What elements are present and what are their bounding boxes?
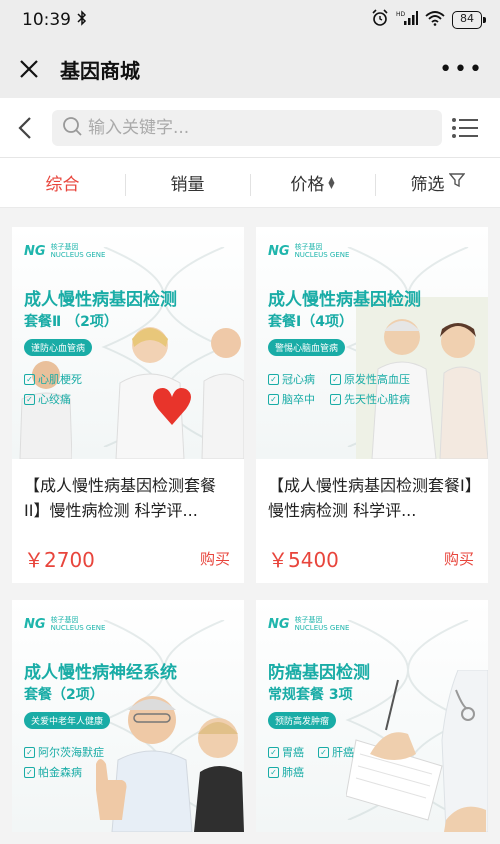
close-icon[interactable] xyxy=(16,56,42,82)
brand-logo: NG 核子基因 NUCLEUS GENE xyxy=(24,243,106,259)
buy-button[interactable]: 购买 xyxy=(444,548,474,569)
doctors-illustration xyxy=(115,327,244,459)
product-image: NG 核子基因 NUCLEUS GENE 成人慢性病基因检测 套餐Ⅱ （2项） 谨… xyxy=(12,227,244,459)
image-tag: 警惕心脑血管病 xyxy=(268,339,346,356)
check-item: ✓ 阿尔茨海默症 xyxy=(24,744,104,760)
check-item: ✓ 冠心病 xyxy=(268,371,315,387)
image-subtitle: 套餐（2项） xyxy=(24,687,104,703)
search-icon xyxy=(62,116,82,140)
brand-logo: NG 核子基因 NUCLEUS GENE xyxy=(24,616,106,632)
bluetooth-icon xyxy=(77,10,87,30)
tab-sales[interactable]: 销量 xyxy=(125,170,250,196)
brand-logo: NG 核子基因 NUCLEUS GENE xyxy=(268,243,350,259)
back-icon[interactable] xyxy=(14,113,36,143)
search-box[interactable] xyxy=(52,109,442,146)
check-item: ✓ 肺癌 xyxy=(268,764,304,780)
image-tag: 关爱中老年人健康 xyxy=(24,712,111,729)
image-title: 成人慢性病神经系统 xyxy=(24,663,177,683)
tab-comprehensive[interactable]: 综合 xyxy=(0,170,125,195)
product-image: NG 核子基因 NUCLEUS GENE 成人慢性病神经系统 套餐（2项） 关爱中… xyxy=(12,600,244,832)
product-price: ￥5400 xyxy=(268,547,339,572)
product-name[interactable]: 【成人慢性病基因检测套餐I】慢性病检测 科学评... xyxy=(256,459,488,533)
check-item: ✓ 胃癌 xyxy=(268,744,304,760)
check-item: ✓ 心肌梗死 xyxy=(24,371,82,387)
check-item: ✓ 帕金森病 xyxy=(24,764,82,780)
tab-label: 价格 xyxy=(290,175,325,195)
product-card[interactable]: NG 核子基因 NUCLEUS GENE 防癌基因检测 常规套餐 3项 预防高发肿… xyxy=(256,600,488,832)
tab-label: 筛选 xyxy=(410,175,445,195)
product-grid: NG 核子基因 NUCLEUS GENE 成人慢性病基因检测 套餐Ⅱ （2项） 谨… xyxy=(0,208,500,844)
check-item: ✓ 心绞痛 xyxy=(24,391,71,407)
elderly-couple-thumbs-up-illustration xyxy=(96,696,244,832)
tab-price[interactable]: 价格 ▲ ▼ xyxy=(250,170,375,196)
product-image: NG 核子基因 NUCLEUS GENE 成人慢性病基因检测 套餐Ⅰ（4项） 警惕… xyxy=(256,227,488,459)
svg-text:HD: HD xyxy=(396,11,406,18)
doctor-writing-illustration xyxy=(346,670,488,832)
more-options-icon[interactable]: ••• xyxy=(439,57,484,82)
buy-button[interactable]: 购买 xyxy=(200,548,230,569)
status-bar: 10:39 HD 84 xyxy=(0,0,500,40)
tab-label: 综合 xyxy=(45,175,80,195)
check-item: ✓ 先天性心脏病 xyxy=(330,391,410,407)
sort-bar: 综合 销量 价格 ▲ ▼ 筛选 xyxy=(0,158,500,208)
brand-logo: NG 核子基因 NUCLEUS GENE xyxy=(268,616,350,632)
tab-label: 销量 xyxy=(170,175,205,195)
check-item: ✓ 脑卒中 xyxy=(268,391,315,407)
product-card[interactable]: NG 核子基因 NUCLEUS GENE 成人慢性病神经系统 套餐（2项） 关爱中… xyxy=(12,600,244,832)
image-tag: 预防高发肿瘤 xyxy=(268,712,337,729)
product-image: NG 核子基因 NUCLEUS GENE 防癌基因检测 常规套餐 3项 预防高发肿… xyxy=(256,600,488,832)
image-title: 成人慢性病基因检测 xyxy=(24,290,177,310)
image-tag: 谨防心血管病 xyxy=(24,339,93,356)
image-subtitle: 套餐Ⅱ （2项） xyxy=(24,314,118,330)
signal-icon: HD xyxy=(396,10,418,30)
product-card[interactable]: NG 核子基因 NUCLEUS GENE 成人慢性病基因检测 套餐Ⅰ（4项） 警惕… xyxy=(256,227,488,583)
title-bar: 基因商城 ••• xyxy=(0,40,500,98)
product-price: ￥2700 xyxy=(24,547,95,572)
tab-filter[interactable]: 筛选 xyxy=(375,170,500,196)
check-item: ✓ 肝癌 xyxy=(318,744,354,760)
search-input[interactable] xyxy=(88,117,408,138)
filter-icon xyxy=(448,172,465,193)
sort-arrows-icon: ▲ ▼ xyxy=(328,174,335,190)
check-item: ✓ 原发性高血压 xyxy=(330,371,410,387)
list-view-icon[interactable] xyxy=(450,113,480,143)
search-bar xyxy=(0,98,500,158)
product-name[interactable]: 【成人慢性病基因检测套餐II】慢性病检测 科学评... xyxy=(12,459,244,533)
status-time: 10:39 xyxy=(22,10,71,30)
page-title: 基因商城 xyxy=(60,58,140,83)
product-card[interactable]: NG 核子基因 NUCLEUS GENE 成人慢性病基因检测 套餐Ⅱ （2项） 谨… xyxy=(12,227,244,583)
image-subtitle: 套餐Ⅰ（4项） xyxy=(268,314,353,330)
image-subtitle: 常规套餐 3项 xyxy=(268,687,353,703)
image-title: 防癌基因检测 xyxy=(268,663,370,683)
wifi-icon xyxy=(425,10,445,30)
image-title: 成人慢性病基因检测 xyxy=(268,290,421,310)
battery-indicator: 84 xyxy=(452,11,486,29)
alarm-icon xyxy=(371,9,389,31)
